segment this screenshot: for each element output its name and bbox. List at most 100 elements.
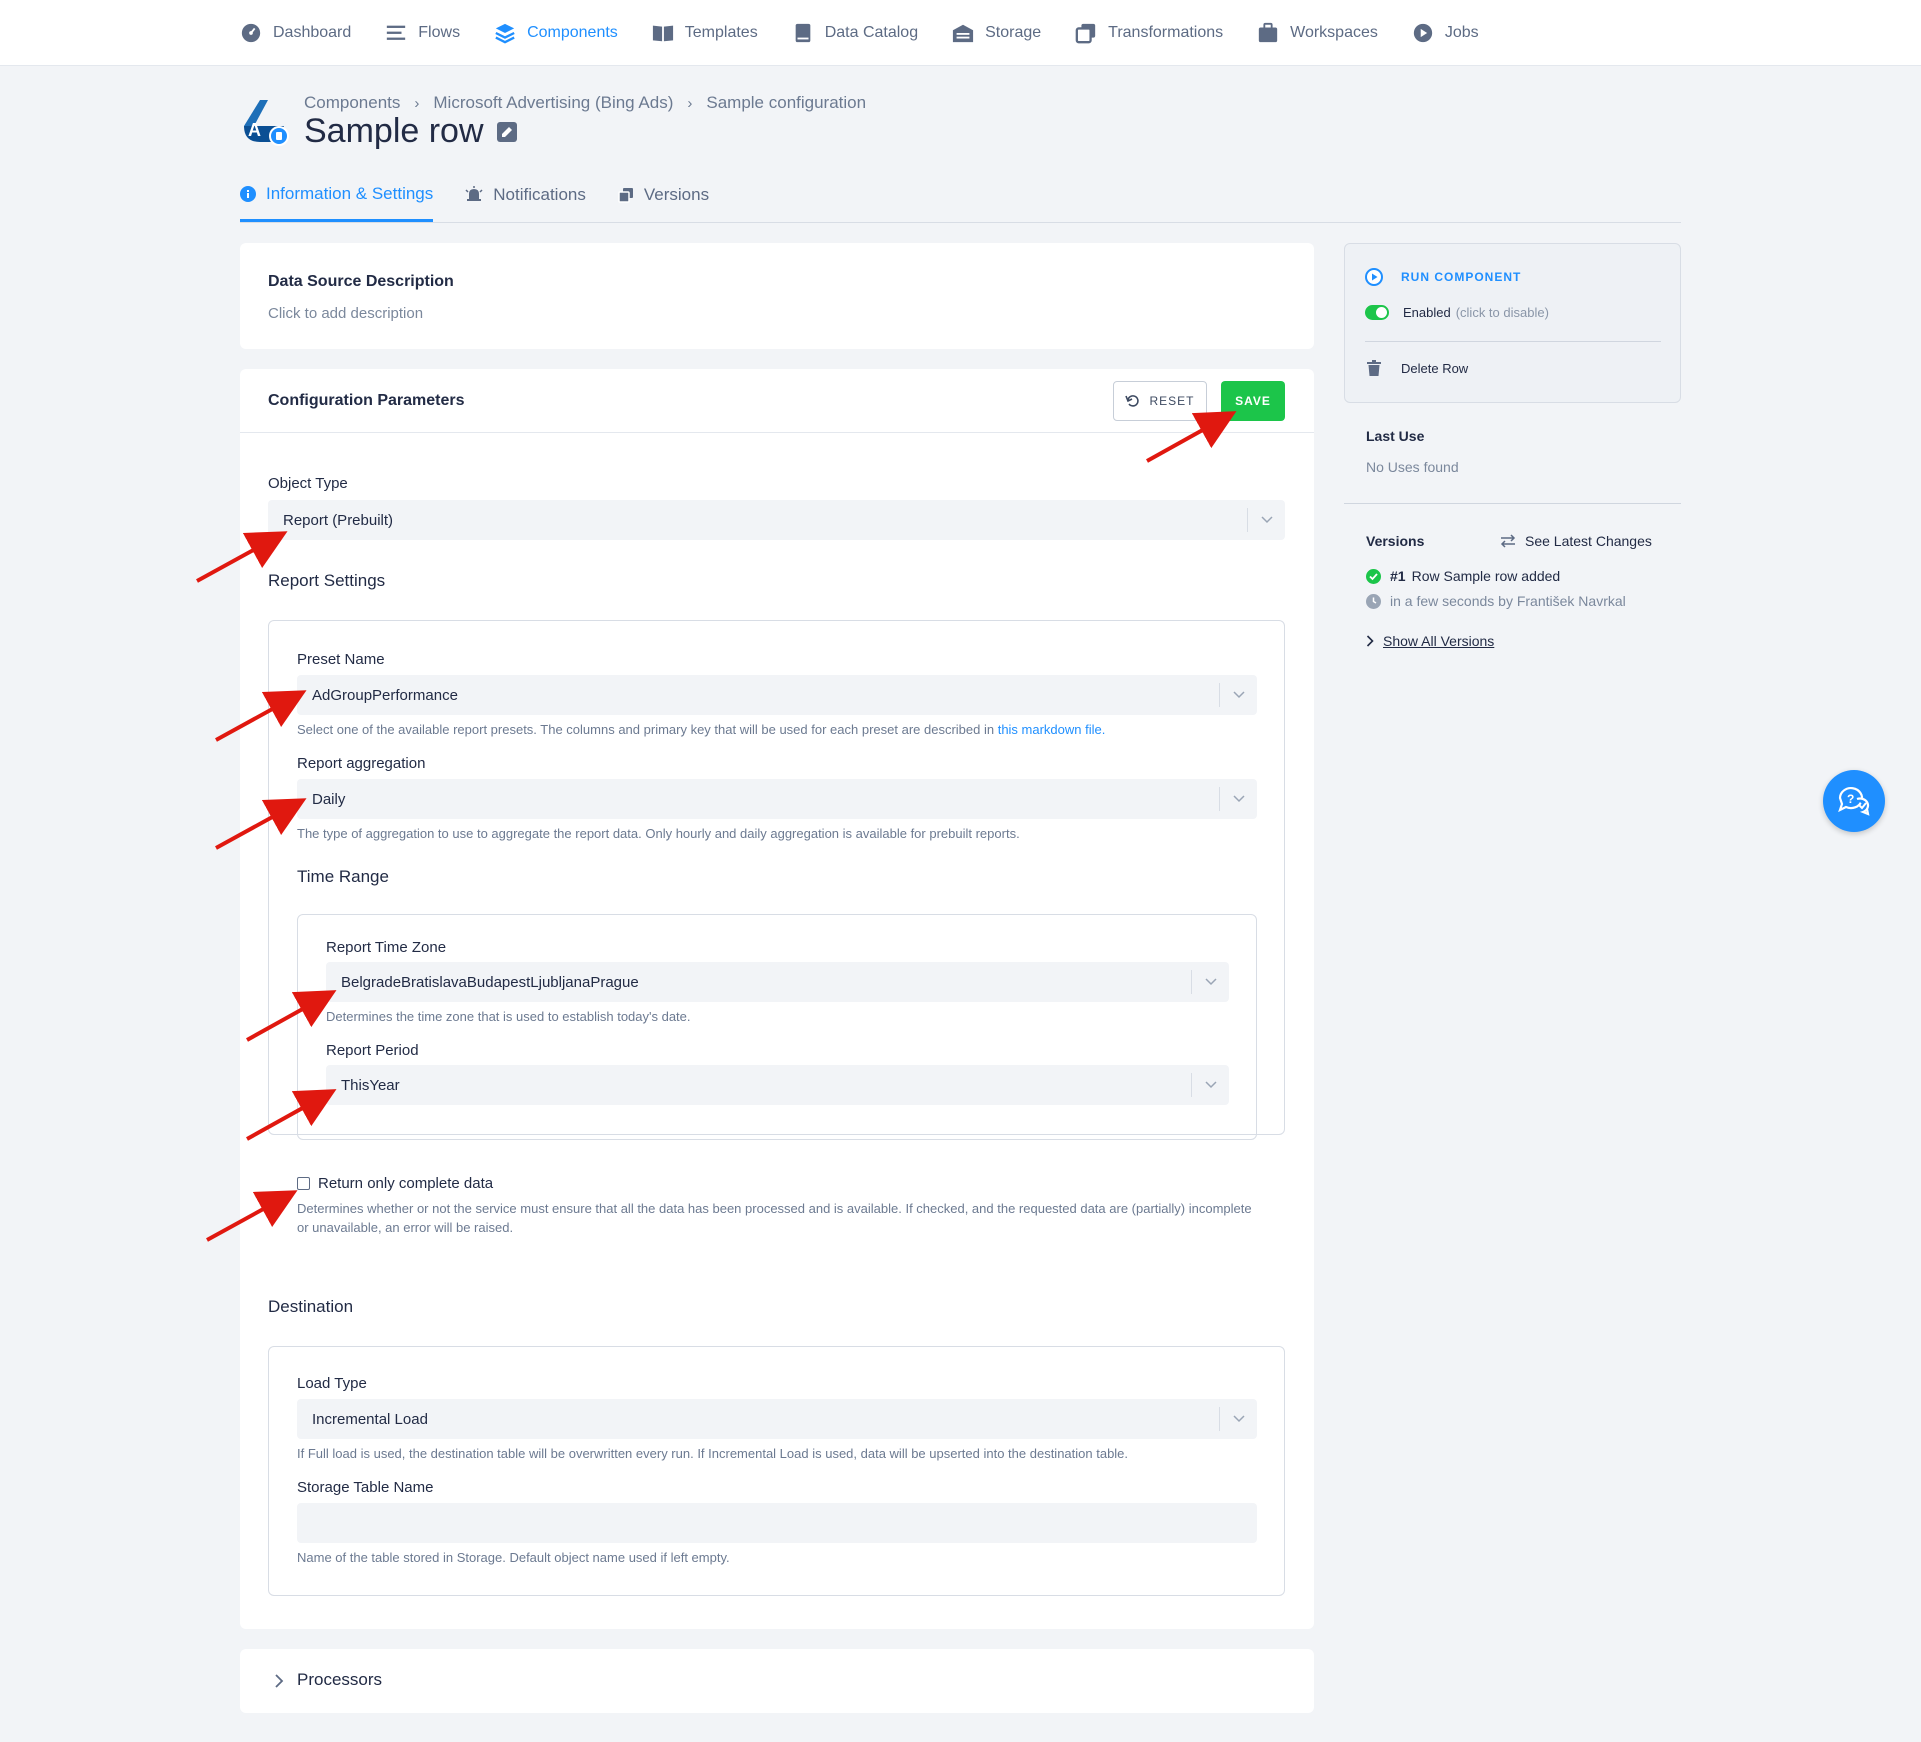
configuration-card: Configuration Parameters RESET SAVE Obje… — [240, 369, 1314, 1629]
period-select[interactable]: ThisYear — [326, 1065, 1229, 1105]
aggregation-value: Daily — [312, 790, 346, 808]
chat-support-icon: ? — [1838, 787, 1870, 816]
undo-icon — [1125, 395, 1140, 407]
versions-icon — [618, 188, 633, 203]
time-range-title: Time Range — [297, 867, 389, 886]
table-name-input[interactable] — [297, 1503, 1257, 1543]
aggregation-label: Report aggregation — [297, 755, 426, 772]
breadcrumb-configuration[interactable]: Sample configuration — [706, 93, 866, 113]
timezone-value: BelgradeBratislavaBudapestLjubljanaPragu… — [341, 973, 639, 991]
tab-information-settings[interactable]: Information & Settings — [240, 168, 434, 222]
nav-dashboard[interactable]: Dashboard — [240, 22, 351, 44]
nav-components[interactable]: Components — [494, 22, 618, 44]
markdown-file-link[interactable]: this markdown file. — [998, 722, 1106, 737]
chevron-down-icon — [1219, 683, 1257, 707]
complete-data-label: Return only complete data — [318, 1175, 494, 1192]
play-icon — [1365, 268, 1383, 286]
destination-title: Destination — [268, 1297, 354, 1316]
nav-storage[interactable]: Storage — [952, 22, 1041, 44]
report-settings-title: Report Settings — [268, 571, 386, 590]
chevron-down-icon — [1247, 508, 1285, 532]
complete-data-checkbox[interactable] — [297, 1177, 310, 1190]
microsoft-advertising-logo: A — [244, 100, 289, 146]
load-type-label: Load Type — [297, 1375, 367, 1392]
description-card: Data Source Description Click to add des… — [240, 243, 1314, 349]
nav-label: Transformations — [1108, 24, 1224, 41]
load-type-help: If Full load is used, the destination ta… — [297, 1446, 1129, 1461]
components-icon — [495, 23, 515, 44]
preset-name-label: Preset Name — [297, 651, 385, 668]
enabled-label: Enabled — [1403, 305, 1451, 320]
nav-data-catalog[interactable]: Data Catalog — [792, 22, 918, 44]
tab-notifications[interactable]: Notifications — [465, 168, 586, 222]
nav-label: Flows — [418, 24, 461, 41]
chevron-down-icon — [1219, 787, 1257, 811]
version-meta: in a few seconds by František Navrkal — [1366, 593, 1626, 609]
timezone-help: Determines the time zone that is used to… — [326, 1009, 691, 1024]
nav-flows[interactable]: Flows — [385, 22, 460, 44]
support-chat-button[interactable]: ? — [1823, 770, 1885, 832]
breadcrumb-components[interactable]: Components — [304, 93, 400, 113]
run-component-action[interactable]: RUN COMPONENT — [1365, 268, 1521, 286]
tab-versions[interactable]: Versions — [618, 168, 709, 222]
enabled-toggle[interactable] — [1365, 305, 1389, 320]
main-nav: Dashboard Flows Components Templates Dat… — [240, 0, 1513, 66]
timezone-select[interactable]: BelgradeBratislavaBudapestLjubljanaPragu… — [326, 962, 1229, 1002]
chevron-down-icon — [1191, 970, 1229, 994]
table-name-label: Storage Table Name — [297, 1479, 434, 1496]
breadcrumb: Components › Microsoft Advertising (Bing… — [304, 93, 866, 113]
flows-icon — [387, 25, 406, 40]
object-type-value: Report (Prebuilt) — [283, 511, 394, 529]
tab-label: Versions — [643, 185, 710, 204]
nav-label: Workspaces — [1290, 24, 1378, 41]
notification-bell-icon — [465, 186, 483, 201]
tab-label: Information & Settings — [266, 183, 434, 203]
breadcrumb-component[interactable]: Microsoft Advertising (Bing Ads) — [433, 93, 673, 113]
version-description: Row Sample row added — [1411, 568, 1561, 584]
processors-card[interactable]: Processors — [240, 1649, 1314, 1713]
configuration-title: Configuration Parameters — [268, 392, 465, 409]
nav-label: Data Catalog — [824, 24, 919, 41]
delete-row-label: Delete Row — [1401, 360, 1469, 376]
chevron-right-icon — [275, 1674, 284, 1688]
load-type-select[interactable]: Incremental Load — [297, 1399, 1257, 1439]
nav-templates[interactable]: Templates — [652, 22, 758, 44]
check-circle-icon — [1366, 568, 1381, 584]
reset-button[interactable]: RESET — [1113, 381, 1207, 421]
last-use-title: Last Use — [1366, 428, 1425, 444]
chevron-down-icon — [1191, 1073, 1229, 1097]
description-placeholder[interactable]: Click to add description — [268, 305, 423, 322]
preset-name-select[interactable]: AdGroupPerformance — [297, 675, 1257, 715]
svg-text:A: A — [248, 120, 261, 140]
run-component-label: RUN COMPONENT — [1401, 270, 1522, 284]
nav-jobs[interactable]: Jobs — [1412, 22, 1479, 44]
preset-name-value: AdGroupPerformance — [312, 686, 458, 704]
see-latest-changes-label: See Latest Changes — [1525, 533, 1652, 549]
load-type-value: Incremental Load — [312, 1410, 428, 1428]
see-latest-changes-link[interactable]: See Latest Changes — [1500, 533, 1652, 549]
time-range-group: Report Time Zone BelgradeBratislavaBudap… — [297, 914, 1257, 1140]
show-all-versions-link[interactable]: Show All Versions — [1366, 633, 1494, 649]
aggregation-select[interactable]: Daily — [297, 779, 1257, 819]
nav-label: Dashboard — [273, 24, 352, 41]
compare-icon — [1500, 534, 1516, 548]
page-title: Sample row — [304, 112, 518, 151]
save-button[interactable]: SAVE — [1221, 381, 1285, 421]
enabled-toggle-row[interactable]: Enabled (click to disable) — [1365, 305, 1549, 320]
page-title-text: Sample row — [304, 112, 484, 150]
object-type-select[interactable]: Report (Prebuilt) — [268, 500, 1285, 540]
last-use-value: No Uses found — [1366, 459, 1459, 475]
nav-transformations[interactable]: Transformations — [1075, 22, 1223, 44]
nav-workspaces[interactable]: Workspaces — [1257, 22, 1378, 44]
version-item[interactable]: #1 Row Sample row added — [1366, 568, 1560, 584]
show-all-versions-label: Show All Versions — [1383, 633, 1495, 649]
preset-help-text: Select one of the available report prese… — [297, 722, 998, 737]
delete-row-action[interactable]: Delete Row — [1367, 360, 1468, 376]
destination-group: Load Type Incremental Load If Full load … — [268, 1346, 1285, 1596]
divider — [1365, 341, 1661, 342]
tab-bar: Information & Settings Notifications Ver… — [240, 168, 1681, 223]
jobs-icon — [1413, 23, 1433, 43]
processors-title: Processors — [297, 1670, 383, 1689]
edit-icon[interactable] — [496, 121, 518, 143]
templates-icon — [652, 25, 673, 42]
